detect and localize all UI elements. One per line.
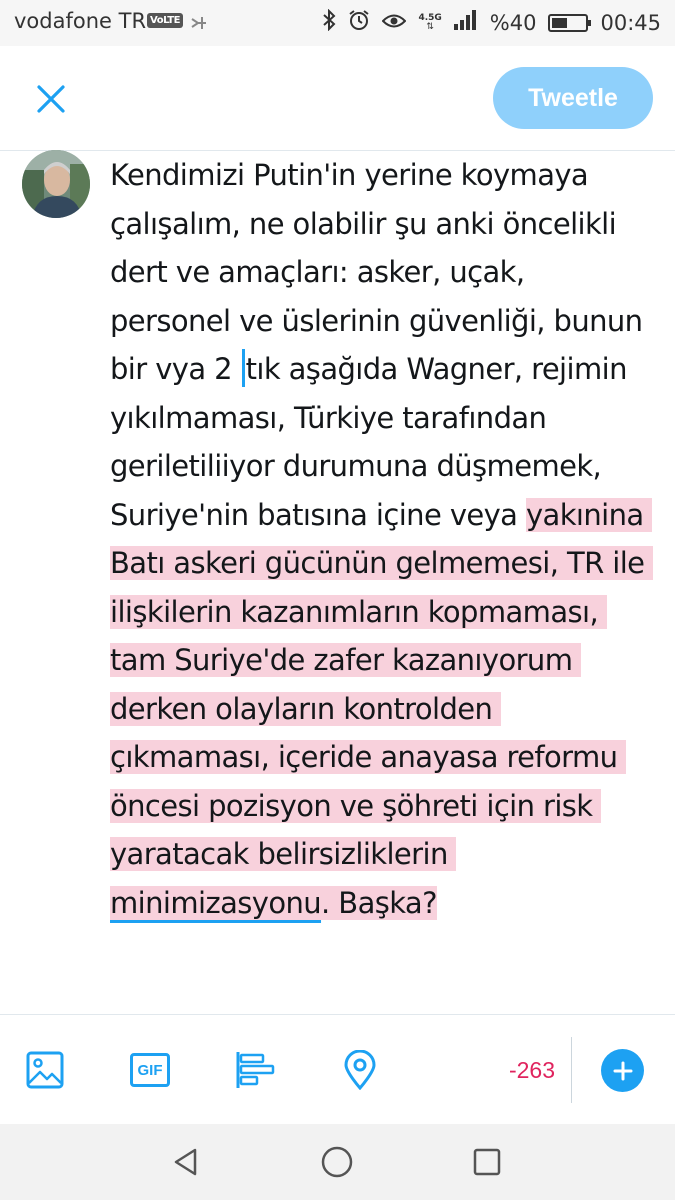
close-button[interactable] bbox=[22, 70, 80, 128]
gif-label: GIF bbox=[137, 1061, 163, 1079]
overflow-text-tail: . Başka? bbox=[321, 885, 437, 920]
overflow-text: yakınina Batı askeri gücünün gelmemesi, … bbox=[110, 497, 654, 920]
add-gif-button[interactable]: GIF bbox=[125, 1045, 175, 1095]
add-location-button[interactable] bbox=[335, 1045, 385, 1095]
add-photo-button[interactable] bbox=[20, 1045, 70, 1095]
compose-toolbar: GIF -263 bbox=[0, 1014, 675, 1125]
toolbar-divider bbox=[571, 1037, 572, 1103]
clock: 00:45 bbox=[600, 10, 661, 35]
battery-percent: %40 bbox=[489, 10, 537, 35]
home-icon bbox=[321, 1146, 353, 1178]
avatar bbox=[22, 150, 90, 218]
gif-icon: GIF bbox=[130, 1053, 170, 1087]
data-arrows-icon: ⇅ bbox=[426, 21, 434, 32]
close-icon bbox=[37, 85, 65, 113]
poll-icon bbox=[236, 1052, 275, 1088]
signal-icon bbox=[453, 10, 478, 35]
text-cursor bbox=[241, 349, 245, 387]
status-icons: 4.5G ⇅ %40 00:45 bbox=[322, 8, 661, 36]
add-poll-button[interactable] bbox=[230, 1045, 280, 1095]
navigation-bar bbox=[0, 1124, 675, 1200]
home-button[interactable] bbox=[315, 1140, 359, 1184]
character-count: -263 bbox=[508, 1057, 555, 1083]
recents-button[interactable] bbox=[465, 1140, 509, 1184]
battery-icon bbox=[548, 13, 592, 32]
alarm-icon bbox=[348, 9, 370, 36]
network-type: 4.5G ⇅ bbox=[418, 12, 442, 32]
status-bar: vodafone TR VoLTE 4.5G ⇅ %40 00:45 bbox=[0, 0, 675, 46]
eye-comfort-icon bbox=[382, 11, 407, 35]
back-button[interactable] bbox=[164, 1140, 208, 1184]
image-icon bbox=[26, 1051, 64, 1089]
recents-icon bbox=[473, 1148, 501, 1176]
volte-badge: VoLTE bbox=[147, 13, 183, 28]
overflow-text-body: yakınina Batı askeri gücünün gelmemesi, … bbox=[110, 497, 654, 872]
compose-header: Tweetle bbox=[0, 46, 675, 151]
location-icon bbox=[344, 1050, 376, 1090]
add-tweet-button[interactable] bbox=[601, 1049, 644, 1092]
battery-fill bbox=[552, 17, 567, 28]
back-icon bbox=[174, 1148, 197, 1176]
misspelled-word[interactable]: minimizasyonu bbox=[110, 886, 322, 920]
add-icon bbox=[613, 1061, 632, 1080]
bluetooth-icon bbox=[322, 8, 336, 36]
carrier-name: vodafone TR bbox=[14, 9, 147, 33]
tweet-text-input[interactable]: Kendimizi Putin'in yerine koymaya çalışa… bbox=[110, 151, 654, 927]
usb-debug-icon bbox=[188, 13, 210, 37]
tweet-button[interactable]: Tweetle bbox=[493, 67, 653, 129]
